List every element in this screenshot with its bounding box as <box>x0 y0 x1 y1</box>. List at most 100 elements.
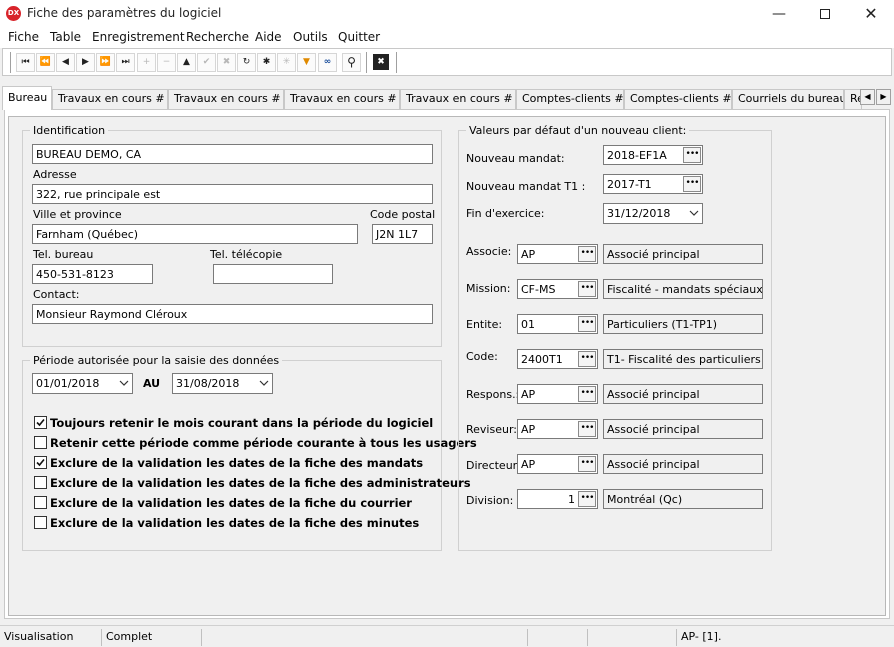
division-lookup-button[interactable]: ••• <box>578 491 596 507</box>
menu-table[interactable]: Table <box>50 30 81 44</box>
refresh-button[interactable]: ↻ <box>237 53 256 72</box>
chevron-down-icon <box>689 210 699 216</box>
tab-courriels[interactable]: Courriels du bureau <box>732 89 844 109</box>
option-label-3[interactable]: Exclure de la validation les dates de la… <box>50 456 423 470</box>
minimize-button[interactable]: — <box>756 0 802 28</box>
tab-comptes-2[interactable]: Comptes-clients # 2 <box>624 89 732 109</box>
entite-lookup-button[interactable]: ••• <box>578 316 596 332</box>
search-icon[interactable]: ⚲ <box>342 53 361 72</box>
option-checkbox-4[interactable] <box>34 476 47 489</box>
mission-description: Fiscalité - mandats spéciaux <box>603 279 763 299</box>
directeur-label: Directeur: <box>466 459 521 472</box>
new-mandate-lookup-button[interactable]: ••• <box>683 147 701 163</box>
option-checkbox-3[interactable] <box>34 456 47 469</box>
postal-code-input[interactable]: J2N 1L7 <box>372 224 433 244</box>
binoculars-icon[interactable]: ∞ <box>318 53 337 72</box>
code-description: T1- Fiscalité des particuliers CPA <box>603 349 763 369</box>
mission-lookup-button[interactable]: ••• <box>578 281 596 297</box>
asterisk-icon[interactable]: ✱ <box>257 53 276 72</box>
associe-lookup-button[interactable]: ••• <box>578 246 596 262</box>
last-record-button[interactable]: ⏭ <box>116 53 135 72</box>
tab-comptes-1[interactable]: Comptes-clients # 1 <box>516 89 624 109</box>
period-to-value: 31/08/2018 <box>176 377 240 390</box>
option-label-1[interactable]: Toujours retenir le mois courant dans la… <box>50 416 433 430</box>
tab-scroll-left-icon[interactable]: ◀ <box>860 89 875 105</box>
toolbar-separator <box>366 52 367 73</box>
next-page-button[interactable]: ⏩ <box>96 53 115 72</box>
tab-scroll-right-icon[interactable]: ▶ <box>876 89 891 105</box>
fiscal-end-value: 31/12/2018 <box>607 207 671 220</box>
tab-bureau[interactable]: Bureau <box>2 86 52 110</box>
period-to-date[interactable]: 31/08/2018 <box>172 373 273 394</box>
next-record-button[interactable]: ▶ <box>76 53 95 72</box>
code-lookup-button[interactable]: ••• <box>578 351 596 367</box>
respons-lookup-button[interactable]: ••• <box>578 386 596 402</box>
reviseur-label: Reviseur: <box>466 423 517 436</box>
reviseur-lookup-button[interactable]: ••• <box>578 421 596 437</box>
menu-recherche[interactable]: Recherche <box>186 30 249 44</box>
city-input[interactable]: Farnham (Québec) <box>32 224 358 244</box>
status-panel-empty <box>201 629 527 646</box>
previous-record-button[interactable]: ◀ <box>56 53 75 72</box>
phone-label: Tel. bureau <box>33 248 94 261</box>
defaults-legend: Valeurs par défaut d'un nouveau client: <box>469 124 687 137</box>
delete-record-button[interactable]: − <box>157 53 176 72</box>
menu-enregistrement[interactable]: Enregistrement <box>92 30 185 44</box>
new-mandate-t1-label: Nouveau mandat T1 : <box>466 180 586 193</box>
maximize-button[interactable] <box>802 0 848 28</box>
postal-code-label: Code postal <box>370 208 436 221</box>
option-checkbox-2[interactable] <box>34 436 47 449</box>
period-au-label: AU <box>143 377 161 390</box>
option-label-5[interactable]: Exclure de la validation les dates de la… <box>50 496 412 510</box>
directeur-description: Associé principal <box>603 454 763 474</box>
checkmark-icon <box>36 458 45 467</box>
option-checkbox-1[interactable] <box>34 416 47 429</box>
tab-travaux-1[interactable]: Travaux en cours # 1 <box>52 89 168 109</box>
cancel-edit-button[interactable]: ✖ <box>217 53 236 72</box>
fiscal-end-date[interactable]: 31/12/2018 <box>603 203 703 224</box>
menu-aide[interactable]: Aide <box>255 30 282 44</box>
status-bar: Visualisation Complet AP- [1]. <box>0 625 894 647</box>
add-record-button[interactable]: + <box>137 53 156 72</box>
option-label-4[interactable]: Exclure de la validation les dates de la… <box>50 476 471 490</box>
new-mandate-label: Nouveau mandat: <box>466 152 565 165</box>
tab-travaux-3[interactable]: Travaux en cours # 3 <box>284 89 400 109</box>
menu-outils[interactable]: Outils <box>293 30 328 44</box>
tab-strip: Bureau Travaux en cours # 1 Travaux en c… <box>0 86 894 110</box>
option-checkbox-6[interactable] <box>34 516 47 529</box>
sparkle-icon[interactable]: ✳ <box>277 53 296 72</box>
status-panel-empty <box>587 629 677 646</box>
menu-quitter[interactable]: Quitter <box>338 30 380 44</box>
city-label: Ville et province <box>33 208 122 221</box>
period-from-date[interactable]: 01/01/2018 <box>32 373 133 394</box>
tab-travaux-4[interactable]: Travaux en cours # 4 <box>400 89 516 109</box>
associe-description: Associé principal <box>603 244 763 264</box>
contact-input[interactable]: Monsieur Raymond Cléroux <box>32 304 433 324</box>
respons-description: Associé principal <box>603 384 763 404</box>
contact-label: Contact: <box>33 288 80 301</box>
chevron-down-icon <box>259 380 269 386</box>
confirm-button[interactable]: ✔ <box>197 53 216 72</box>
status-user: AP- [1]. <box>676 629 894 646</box>
option-label-2[interactable]: Retenir cette période comme période cour… <box>50 436 477 450</box>
filter-icon[interactable]: ▼ <box>297 53 316 72</box>
toolbar-separator <box>396 52 397 73</box>
new-mandate-t1-lookup-button[interactable]: ••• <box>683 176 701 192</box>
directeur-lookup-button[interactable]: ••• <box>578 456 596 472</box>
edit-up-button[interactable]: ▲ <box>177 53 196 72</box>
fax-input[interactable] <box>213 264 333 284</box>
menu-fiche[interactable]: Fiche <box>8 30 39 44</box>
tab-travaux-2[interactable]: Travaux en cours # 2 <box>168 89 284 109</box>
previous-page-button[interactable]: ⏪ <box>36 53 55 72</box>
close-form-icon[interactable]: ✖ <box>373 54 389 70</box>
option-checkbox-5[interactable] <box>34 496 47 509</box>
close-window-button[interactable]: ✕ <box>848 0 894 28</box>
app-logo-icon: DX <box>6 6 21 21</box>
phone-input[interactable]: 450-531-8123 <box>32 264 153 284</box>
address-input[interactable]: 322, rue principale est <box>32 184 433 204</box>
option-label-6[interactable]: Exclure de la validation les dates de la… <box>50 516 419 530</box>
division-label: Division: <box>466 494 514 507</box>
office-name-input[interactable]: BUREAU DEMO, CA <box>32 144 433 164</box>
reviseur-description: Associé principal <box>603 419 763 439</box>
first-record-button[interactable]: ⏮ <box>16 53 35 72</box>
